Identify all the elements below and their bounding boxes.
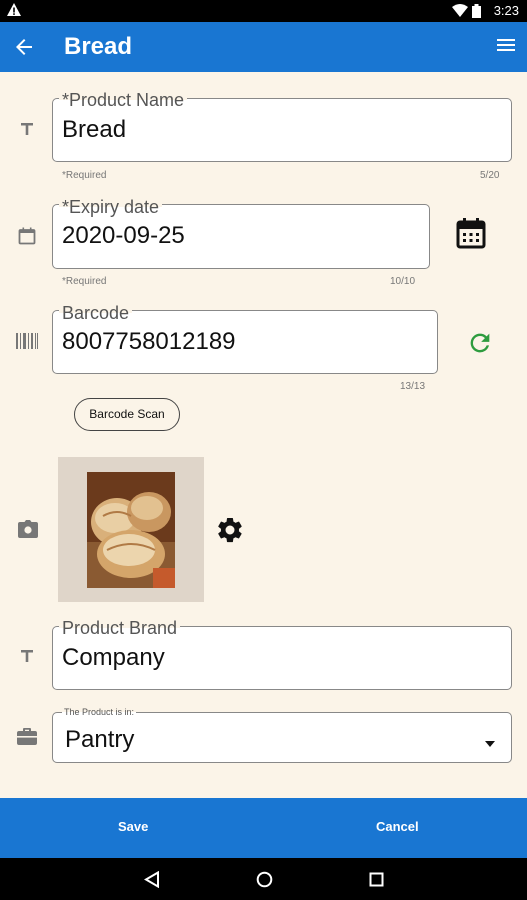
save-button[interactable]: Save: [118, 819, 148, 834]
location-value[interactable]: Pantry: [65, 726, 134, 754]
barcode-label: Barcode: [59, 304, 133, 322]
refresh-icon[interactable]: [466, 329, 494, 362]
text-icon: [18, 120, 36, 143]
dropdown-icon[interactable]: [485, 734, 495, 752]
expiry-date-helper: *Required: [62, 276, 107, 287]
barcode-icon: [16, 333, 38, 354]
nav-back-icon[interactable]: [144, 870, 160, 893]
location-label: The Product is in:: [62, 707, 137, 717]
page-title: Bread: [64, 33, 133, 60]
product-brand-label: Product Brand: [59, 619, 181, 637]
product-brand-value[interactable]: Company: [62, 644, 165, 672]
menu-icon[interactable]: [497, 39, 515, 58]
calendar-icon: [18, 227, 36, 250]
expiry-date-value[interactable]: 2020-09-25: [62, 222, 185, 250]
calendar-picker-icon[interactable]: [456, 217, 486, 254]
status-icons: [452, 4, 481, 23]
barcode-scan-button[interactable]: Barcode Scan: [74, 398, 180, 431]
system-nav-bar: [0, 858, 527, 900]
expiry-date-counter: 10/10: [390, 276, 416, 287]
product-name-helper: *Required: [62, 170, 107, 181]
app-bar: Bread: [0, 22, 527, 72]
settings-icon[interactable]: [215, 515, 245, 550]
expiry-date-label: *Expiry date: [59, 198, 163, 216]
battery-icon: [472, 4, 481, 23]
back-arrow-icon[interactable]: [12, 35, 36, 64]
cancel-button[interactable]: Cancel: [376, 819, 419, 834]
wifi-icon: [452, 4, 468, 23]
product-photo-frame[interactable]: [58, 457, 204, 602]
briefcase-icon: [17, 728, 37, 750]
product-name-label: *Product Name: [59, 91, 188, 109]
barcode-value[interactable]: 8007758012189: [62, 328, 236, 356]
product-name-counter: 5/20: [480, 170, 500, 181]
bottom-action-bar: Save Cancel: [0, 798, 527, 858]
camera-icon: [18, 520, 38, 543]
product-name-value[interactable]: Bread: [62, 116, 126, 144]
product-photo: [87, 472, 175, 588]
warning-icon: [6, 2, 22, 23]
status-bar: 3:23: [0, 0, 527, 22]
location-select[interactable]: Pantry: [52, 712, 512, 763]
barcode-counter: 13/13: [400, 381, 426, 392]
nav-recents-icon[interactable]: [369, 872, 384, 892]
text-icon: [18, 647, 36, 670]
nav-home-icon[interactable]: [256, 871, 273, 893]
status-time: 3:23: [493, 3, 519, 18]
